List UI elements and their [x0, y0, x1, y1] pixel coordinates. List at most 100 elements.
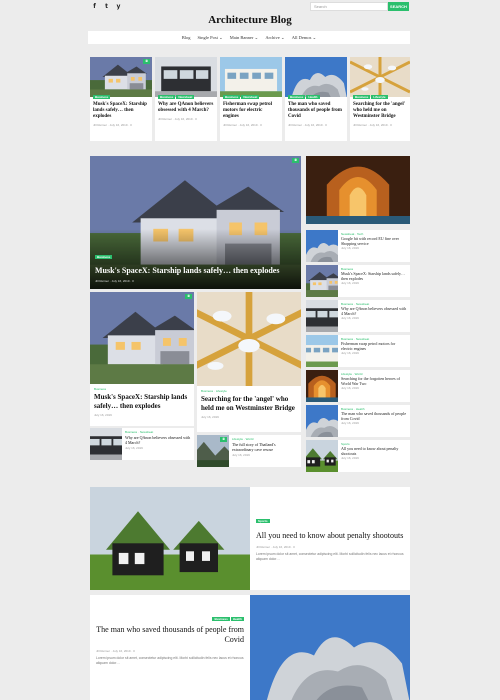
post-excerpt: Lorem ipsum dolor sit amet, consectetur …	[256, 552, 404, 561]
nav-item-main-banner[interactable]: Main Banner ⌄	[230, 35, 259, 41]
post-meta: Jill Reimer · July 16, 2019 · 0	[158, 117, 197, 121]
post-card[interactable]: ◘ Business Musk's SpaceX: Starship lands…	[90, 57, 152, 141]
post-meta: July 16, 2019	[341, 386, 359, 390]
post-title[interactable]: Fisherman swap petrol motors for electri…	[341, 341, 407, 351]
post-thumbnail[interactable]: ◘	[90, 292, 194, 384]
feature-post[interactable]: Business Health The man who saved thousa…	[90, 595, 410, 700]
post-thumbnail[interactable]	[90, 428, 122, 460]
sidebar-item[interactable]: Business · Newsbeat Fisherman swap petrol…	[306, 335, 410, 367]
hero-title[interactable]: Musk's SpaceX: Starship lands safely… th…	[95, 266, 296, 276]
sidebar-item[interactable]: Business Musk's SpaceX: Starship lands sa…	[306, 265, 410, 297]
post-card[interactable]: Business Newsbeat Why are QAnon believer…	[155, 57, 217, 141]
post-card[interactable]: ◘ Business Musk's SpaceX: Starship lands…	[90, 292, 194, 426]
category-label[interactable]: Business	[94, 387, 190, 391]
post-meta: Jill Reimer · July 16, 2019 · 0	[96, 649, 135, 653]
post-title[interactable]: Musk's SpaceX: Starship lands safely… th…	[341, 271, 407, 281]
category-tag[interactable]: Newsbeat	[176, 95, 195, 99]
post-title[interactable]: Searching for the 'angel' who held me on…	[353, 102, 407, 120]
category-tag[interactable]: Business	[223, 95, 241, 99]
post-thumbnail[interactable]: ◘	[197, 435, 229, 467]
post-thumbnail[interactable]	[197, 292, 301, 386]
hero-post[interactable]: ◘ Business Musk's SpaceX: Starship lands…	[90, 156, 301, 289]
nav-item-archive[interactable]: Archive ⌄	[265, 35, 284, 41]
category-label[interactable]: Business · Lifestyle	[201, 389, 297, 393]
post-title[interactable]: Why are QAnon believers obsessed with 4 …	[341, 306, 407, 316]
post-meta: July 16, 2019	[94, 413, 112, 417]
feature-post[interactable]: Sports All you need to know about penalt…	[90, 487, 410, 590]
post-thumbnail[interactable]	[350, 57, 410, 97]
category-tag[interactable]: Newsbeat	[241, 95, 260, 99]
post-card-small[interactable]: ◘ Lifestyle · World The full story of Th…	[197, 435, 301, 467]
post-meta: July 16, 2019	[341, 421, 359, 425]
search-input[interactable]: Search	[310, 2, 388, 11]
post-title[interactable]: Fisherman swap petrol motors for electri…	[223, 102, 279, 120]
post-card[interactable]: Business · Lifestyle Searching for the '…	[197, 292, 301, 432]
post-title[interactable]: All you need to know about penalty shoot…	[256, 531, 404, 541]
sidebar-item[interactable]: Sports All you need to know about penalty…	[306, 440, 410, 472]
post-title[interactable]: Why are QAnon believers obsessed with 4 …	[125, 435, 191, 445]
post-thumbnail[interactable]: ◘	[90, 57, 152, 97]
social-links: f t y	[91, 3, 122, 10]
category-tag[interactable]: Business	[212, 617, 230, 621]
category-tag[interactable]: Business	[95, 255, 113, 259]
post-meta: July 16, 2019	[341, 281, 359, 285]
post-title[interactable]: Musk's SpaceX: Starship lands safely… th…	[94, 393, 190, 411]
post-title[interactable]: Why are QAnon believers obsessed with 4 …	[158, 102, 214, 114]
camera-icon: ◘	[185, 294, 192, 299]
facebook-icon[interactable]: f	[91, 3, 98, 10]
post-card-small[interactable]: Business · Newsbeat Why are QAnon believ…	[90, 428, 194, 460]
post-meta: Jill Reimer · July 16, 2019 · 0	[353, 123, 392, 127]
post-title[interactable]: Searching for the forgotten heroes of Wo…	[341, 376, 407, 386]
hero-meta: Jill Reimer · July 16, 2019 · 0	[95, 279, 134, 283]
post-meta: July 16, 2019	[341, 246, 359, 250]
site-title[interactable]: Architecture Blog	[0, 14, 500, 26]
category-tag[interactable]: Business	[353, 95, 371, 99]
sidebar-item[interactable]: Business · Newsbeat Why are QAnon believe…	[306, 300, 410, 332]
post-card[interactable]: Business Lifestyle Searching for the 'an…	[350, 57, 410, 141]
post-meta: July 16, 2019	[232, 453, 250, 457]
camera-icon: ◘	[220, 437, 227, 442]
youtube-icon[interactable]: y	[115, 3, 122, 10]
category-tag[interactable]: Business	[158, 95, 176, 99]
twitter-icon[interactable]: t	[103, 3, 110, 10]
category-tag[interactable]: Lifestyle	[371, 95, 388, 99]
post-title[interactable]: Musk's SpaceX: Starship lands safely… th…	[93, 102, 149, 120]
post-thumbnail[interactable]	[90, 487, 250, 590]
search-form: Search SEARCH	[310, 2, 409, 11]
post-title[interactable]: Google hit with record EU fine over Shop…	[341, 236, 407, 246]
post-meta: July 16, 2019	[341, 456, 359, 460]
category-tag[interactable]: Business	[93, 95, 111, 99]
sidebar-item[interactable]: Newsbeat · Tech Google hit with record EU…	[306, 230, 410, 262]
post-thumbnail[interactable]	[220, 57, 282, 97]
post-title[interactable]: The full story of Thailand's extraordina…	[232, 442, 298, 452]
post-thumbnail[interactable]	[155, 57, 217, 97]
category-tag[interactable]: Sports	[256, 519, 270, 523]
category-label[interactable]: Lifestyle · World	[232, 437, 298, 441]
search-button[interactable]: SEARCH	[388, 2, 409, 11]
post-meta: July 16, 2019	[201, 415, 219, 419]
category-label[interactable]: Business · Newsbeat	[125, 430, 191, 434]
post-title[interactable]: The man who saved thousands of people fr…	[288, 102, 344, 120]
post-thumbnail[interactable]	[250, 595, 410, 700]
sidebar-item[interactable]: Lifestyle · World Searching for the forgo…	[306, 370, 410, 402]
post-excerpt: Lorem ipsum dolor sit amet, consectetur …	[96, 656, 244, 665]
category-tag[interactable]: Health	[230, 617, 244, 621]
post-title[interactable]: The man who saved thousands of people fr…	[96, 625, 244, 645]
category-tag[interactable]: Business	[288, 95, 306, 99]
nav-item-single-post[interactable]: Single Post ⌄	[198, 35, 223, 41]
post-meta: Jill Reimer · July 16, 2019 · 0	[223, 123, 262, 127]
post-thumbnail[interactable]	[285, 57, 347, 97]
post-card[interactable]: Business Health The man who saved thousa…	[285, 57, 347, 141]
post-title[interactable]: All you need to know about penalty shoot…	[341, 446, 407, 456]
post-card[interactable]: Business Newsbeat Fisherman swap petrol …	[220, 57, 282, 141]
post-title[interactable]: Searching for the 'angel' who held me on…	[201, 395, 297, 413]
sidebar-featured-image[interactable]	[306, 156, 410, 224]
category-tag[interactable]: Health	[306, 95, 320, 99]
nav-item-all-demos[interactable]: All Demos ⌄	[292, 35, 317, 41]
hero-image[interactable]: ◘ Business Musk's SpaceX: Starship lands…	[90, 156, 301, 289]
post-meta: July 16, 2019	[125, 446, 143, 450]
sidebar-item[interactable]: Business · Health The man who saved thous…	[306, 405, 410, 437]
main-nav: Blog Single Post ⌄ Main Banner ⌄ Archive…	[88, 31, 410, 44]
nav-item-blog[interactable]: Blog	[182, 35, 191, 40]
post-title[interactable]: The man who saved thousands of people fr…	[341, 411, 407, 421]
